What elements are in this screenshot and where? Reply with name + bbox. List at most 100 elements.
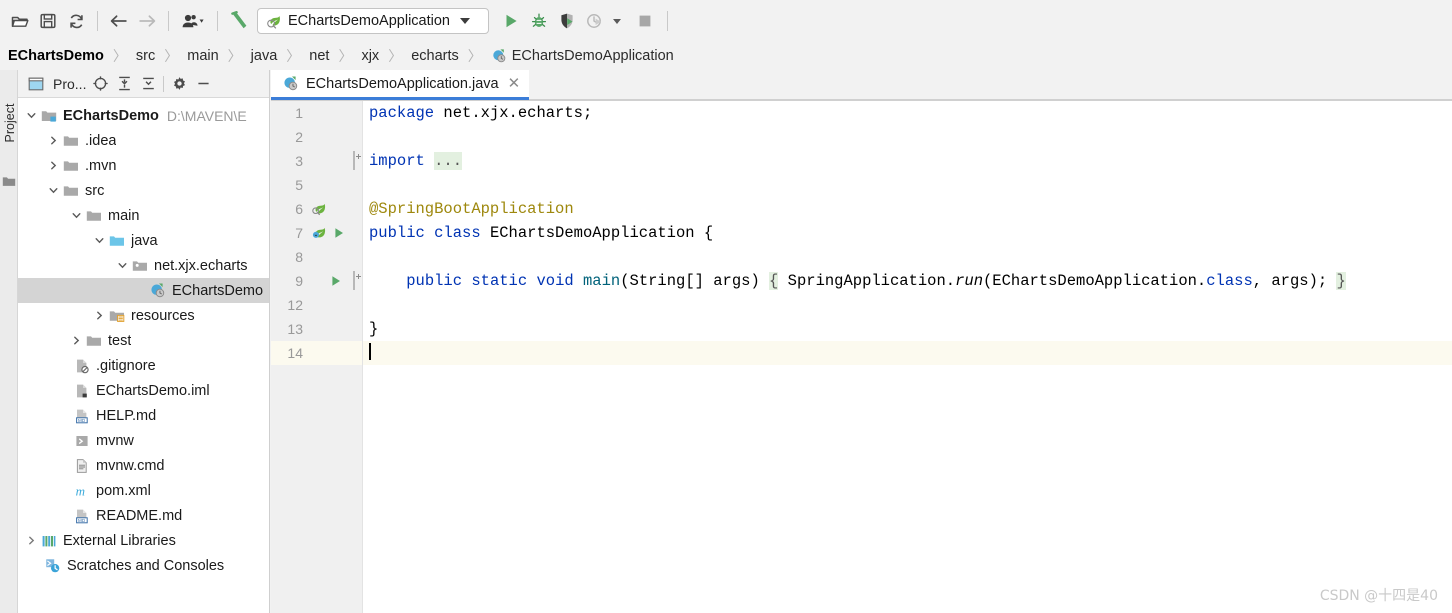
annotation-springbootapplication: @SpringBootApplication (369, 200, 574, 218)
code-text-area[interactable]: package net.xjx.echarts; import ... @Spr… (363, 101, 1452, 613)
line-number: 5 (295, 177, 303, 193)
tree-node-help-md[interactable]: MD HELP.md (18, 403, 269, 428)
line-number: 6 (295, 201, 303, 217)
ide-window: EChartsDemoApplication EChartsDemo 〉 src… (0, 0, 1452, 613)
save-all-icon[interactable] (34, 7, 62, 35)
tree-node-mvn[interactable]: .mvn (18, 153, 269, 178)
open-folder-icon[interactable] (6, 7, 34, 35)
project-tree: EChartsDemo D:\MAVEN\E .idea .mvn src ma… (18, 98, 269, 578)
build-hammer-icon[interactable] (225, 7, 253, 35)
breadcrumb-item-project[interactable]: EChartsDemo (8, 48, 104, 64)
tree-node-java[interactable]: java (18, 228, 269, 253)
tree-node-pom-xml[interactable]: m pom.xml (18, 478, 269, 503)
expand-all-icon[interactable] (112, 72, 136, 96)
gutter-row: 8 (271, 245, 362, 269)
keyword-public: public (369, 224, 425, 242)
tree-node-project-root[interactable]: EChartsDemo D:\MAVEN\E (18, 103, 269, 128)
editor-tab-echarts-demo-application[interactable]: EChartsDemoApplication.java ✕ (271, 70, 530, 100)
folder-icon (85, 207, 102, 224)
settings-gear-icon[interactable] (167, 72, 191, 96)
method-body-part2: (EChartsDemoApplication. (983, 272, 1207, 290)
run-with-coverage-icon[interactable] (553, 7, 581, 35)
code-line-6: @SpringBootApplication (363, 197, 1452, 221)
project-view-icon[interactable] (2, 174, 16, 193)
editor-gutter[interactable]: 1 2 3 5 6 7 8 9 12 13 14 (271, 101, 363, 613)
vcs-user-icon[interactable] (176, 7, 210, 35)
tree-node-gitignore[interactable]: .gitignore (18, 353, 269, 378)
spring-bean-gutter-icon[interactable] (310, 225, 327, 242)
markdown-file-icon: MD (73, 407, 90, 424)
tree-node-mvnw[interactable]: mvnw (18, 428, 269, 453)
profiler-dropdown-icon[interactable] (609, 7, 625, 35)
breadcrumb-separator: 〉 (227, 48, 242, 64)
tree-node-label: test (108, 332, 132, 349)
chevron-right-icon[interactable] (24, 534, 38, 548)
text-caret (369, 343, 371, 360)
forward-arrow-icon[interactable] (133, 7, 161, 35)
collapse-all-icon[interactable] (136, 72, 160, 96)
breadcrumb-item-net[interactable]: net (309, 48, 329, 64)
breadcrumb-item-main[interactable]: main (187, 48, 218, 64)
line-number: 9 (295, 273, 303, 289)
breadcrumb-item-xjx[interactable]: xjx (361, 48, 379, 64)
tree-node-label: EChartsDemo (63, 107, 159, 124)
tree-node-package[interactable]: net.xjx.echarts (18, 253, 269, 278)
tree-node-label: HELP.md (96, 407, 157, 424)
run-configuration-selector[interactable]: EChartsDemoApplication (257, 8, 489, 34)
debug-icon[interactable] (525, 7, 553, 35)
tree-node-main[interactable]: main (18, 203, 269, 228)
hide-panel-icon[interactable] (191, 72, 215, 96)
fold-expand-icon[interactable] (353, 151, 355, 170)
code-editor[interactable]: 1 2 3 5 6 7 8 9 12 13 14 package net.xjx… (271, 101, 1452, 613)
markdown-file-icon: MD (73, 507, 90, 524)
tree-node-label: .gitignore (96, 357, 156, 374)
tree-node-test[interactable]: test (18, 328, 269, 353)
editor-tab-bar-filler (529, 70, 1452, 100)
chevron-down-icon[interactable] (92, 234, 106, 248)
tree-node-resources[interactable]: resources (18, 303, 269, 328)
breadcrumb-item-src[interactable]: src (136, 48, 155, 64)
chevron-down-icon[interactable] (46, 184, 60, 198)
tree-node-external-libraries[interactable]: External Libraries (18, 528, 269, 553)
chevron-down-icon[interactable] (115, 259, 129, 273)
tree-node-echarts-demo-application[interactable]: EChartsDemo (18, 278, 269, 303)
chevron-right-icon[interactable] (46, 159, 60, 173)
breadcrumb-item-java[interactable]: java (251, 48, 278, 64)
tree-node-readme-md[interactable]: MD README.md (18, 503, 269, 528)
close-icon[interactable]: ✕ (508, 76, 521, 91)
run-gutter-icon[interactable] (332, 226, 346, 240)
svg-text:MD: MD (78, 417, 86, 422)
folded-imports[interactable]: ... (434, 152, 463, 170)
tree-node-idea[interactable]: .idea (18, 128, 269, 153)
sync-icon[interactable] (62, 7, 90, 35)
chevron-right-icon[interactable] (92, 309, 106, 323)
project-panel-title[interactable]: Pro... (53, 76, 86, 92)
run-gutter-icon[interactable] (329, 274, 343, 288)
chevron-right-icon[interactable] (69, 334, 83, 348)
chevron-down-icon[interactable] (69, 209, 83, 223)
maven-pom-icon: m (73, 482, 90, 499)
tree-node-scratches-consoles[interactable]: Scratches and Consoles (18, 553, 269, 578)
tree-node-mvnw-cmd[interactable]: mvnw.cmd (18, 453, 269, 478)
tree-node-iml[interactable]: EChartsDemo.iml (18, 378, 269, 403)
tree-node-label: .idea (85, 132, 117, 149)
spring-bean-gutter-icon[interactable] (310, 201, 327, 218)
run-icon[interactable] (497, 7, 525, 35)
tree-node-src[interactable]: src (18, 178, 269, 203)
fold-expand-icon[interactable] (353, 271, 355, 290)
breadcrumb-separator: 〉 (388, 48, 403, 64)
source-root-icon (108, 232, 125, 249)
select-opened-file-icon[interactable] (88, 72, 112, 96)
module-folder-icon (40, 107, 57, 124)
breadcrumb-item-class[interactable]: EChartsDemoApplication (512, 48, 674, 64)
breadcrumb-item-echarts[interactable]: echarts (411, 48, 459, 64)
tree-node-label: Scratches and Consoles (67, 557, 225, 574)
chevron-down-icon[interactable] (24, 109, 38, 123)
chevron-down-icon[interactable] (460, 18, 470, 24)
back-arrow-icon[interactable] (105, 7, 133, 35)
class-closing-brace: } (369, 320, 379, 338)
chevron-right-icon[interactable] (46, 134, 60, 148)
